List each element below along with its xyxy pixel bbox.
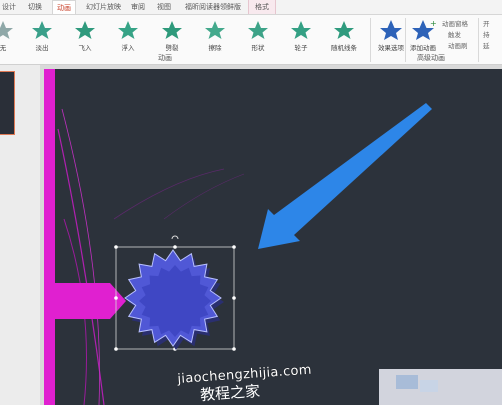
tab-format[interactable]: 格式 — [248, 0, 276, 14]
star-icon: + — [412, 19, 437, 40]
magenta-tab-shape — [55, 283, 126, 319]
resize-handle[interactable] — [232, 347, 236, 351]
star-icon — [205, 21, 225, 39]
svg-text:+: + — [430, 19, 437, 28]
animation-pane-button[interactable]: 动画窗格 — [442, 18, 468, 28]
tab-slideshow[interactable]: 幻灯片放映 — [86, 2, 121, 12]
delay-label: 延 — [483, 42, 490, 50]
animations-ribbon: 无 淡出 飞入 浮入 劈裂 擦除 形状 轮子 随机线条 效果选项 + 添加动画 — [0, 15, 502, 65]
slide-artwork — [44, 69, 502, 405]
magenta-bar — [44, 69, 55, 405]
star-icon — [248, 21, 268, 39]
tab-animations[interactable]: 动画 — [52, 0, 76, 14]
slide-editor — [40, 65, 502, 405]
ribbon-separator — [370, 18, 371, 62]
star-icon — [334, 21, 354, 39]
animation-none[interactable]: 无 — [0, 18, 20, 58]
resize-handle[interactable] — [114, 245, 118, 249]
starburst-inner — [139, 265, 211, 337]
group-label-animation: 动画 — [158, 54, 172, 62]
blue-arrow — [258, 103, 432, 249]
rotate-handle-icon[interactable] — [171, 235, 179, 240]
resize-handle[interactable] — [114, 347, 118, 351]
animation-split[interactable]: 劈裂 — [155, 18, 189, 58]
star-icon — [291, 21, 311, 39]
start-label: 开 — [483, 20, 490, 28]
animation-fly-in[interactable]: 飞入 — [68, 18, 102, 58]
star-icon — [32, 21, 52, 39]
decor-curve — [113, 168, 225, 220]
trigger-button[interactable]: 触发 — [448, 29, 461, 39]
star-icon — [0, 21, 13, 39]
animation-shape[interactable]: 形状 — [241, 18, 275, 58]
animation-wipe[interactable]: 擦除 — [198, 18, 232, 58]
animation-painter-button[interactable]: 动画刷 — [448, 40, 468, 50]
star-icon — [162, 21, 182, 39]
star-icon — [380, 20, 402, 40]
ribbon-tab-bar: 设计 切换 动画 幻灯片放映 审阅 视图 福昕阅读器领鲜版 格式 — [0, 0, 502, 15]
tab-transitions[interactable]: 切换 — [28, 2, 42, 12]
animation-float-in[interactable]: 浮入 — [111, 18, 145, 58]
slide-thumbnails-panel[interactable] — [0, 65, 41, 405]
light-patch-block — [396, 375, 418, 389]
effect-options-button[interactable]: 效果选项 — [373, 18, 409, 58]
resize-handle[interactable] — [173, 245, 177, 249]
watermark-cn: 教程之家 — [199, 381, 261, 405]
resize-handle[interactable] — [232, 245, 236, 249]
slide-thumbnail[interactable] — [0, 71, 15, 135]
animation-fade[interactable]: 淡出 — [25, 18, 59, 58]
tab-view[interactable]: 视图 — [157, 2, 171, 12]
tab-foxit[interactable]: 福昕阅读器领鲜版 — [185, 2, 241, 12]
tab-review[interactable]: 审阅 — [131, 2, 145, 12]
resize-handle[interactable] — [114, 296, 118, 300]
group-label-advanced: 高级动画 — [417, 54, 445, 62]
resize-handle[interactable] — [232, 296, 236, 300]
duration-label: 持 — [483, 31, 490, 39]
animation-random-bars[interactable]: 随机线条 — [327, 18, 361, 58]
add-animation-button[interactable]: + 添加动画 — [406, 18, 440, 58]
decor-curve — [61, 108, 100, 405]
ribbon-separator — [478, 18, 479, 62]
slide-canvas[interactable] — [44, 69, 502, 405]
star-icon — [118, 21, 138, 39]
decor-curve — [57, 128, 105, 405]
star-icon — [75, 21, 95, 39]
animation-wheel[interactable]: 轮子 — [284, 18, 318, 58]
light-patch-block — [420, 380, 438, 392]
tab-design[interactable]: 设计 — [2, 2, 16, 12]
decor-curve — [163, 173, 245, 220]
